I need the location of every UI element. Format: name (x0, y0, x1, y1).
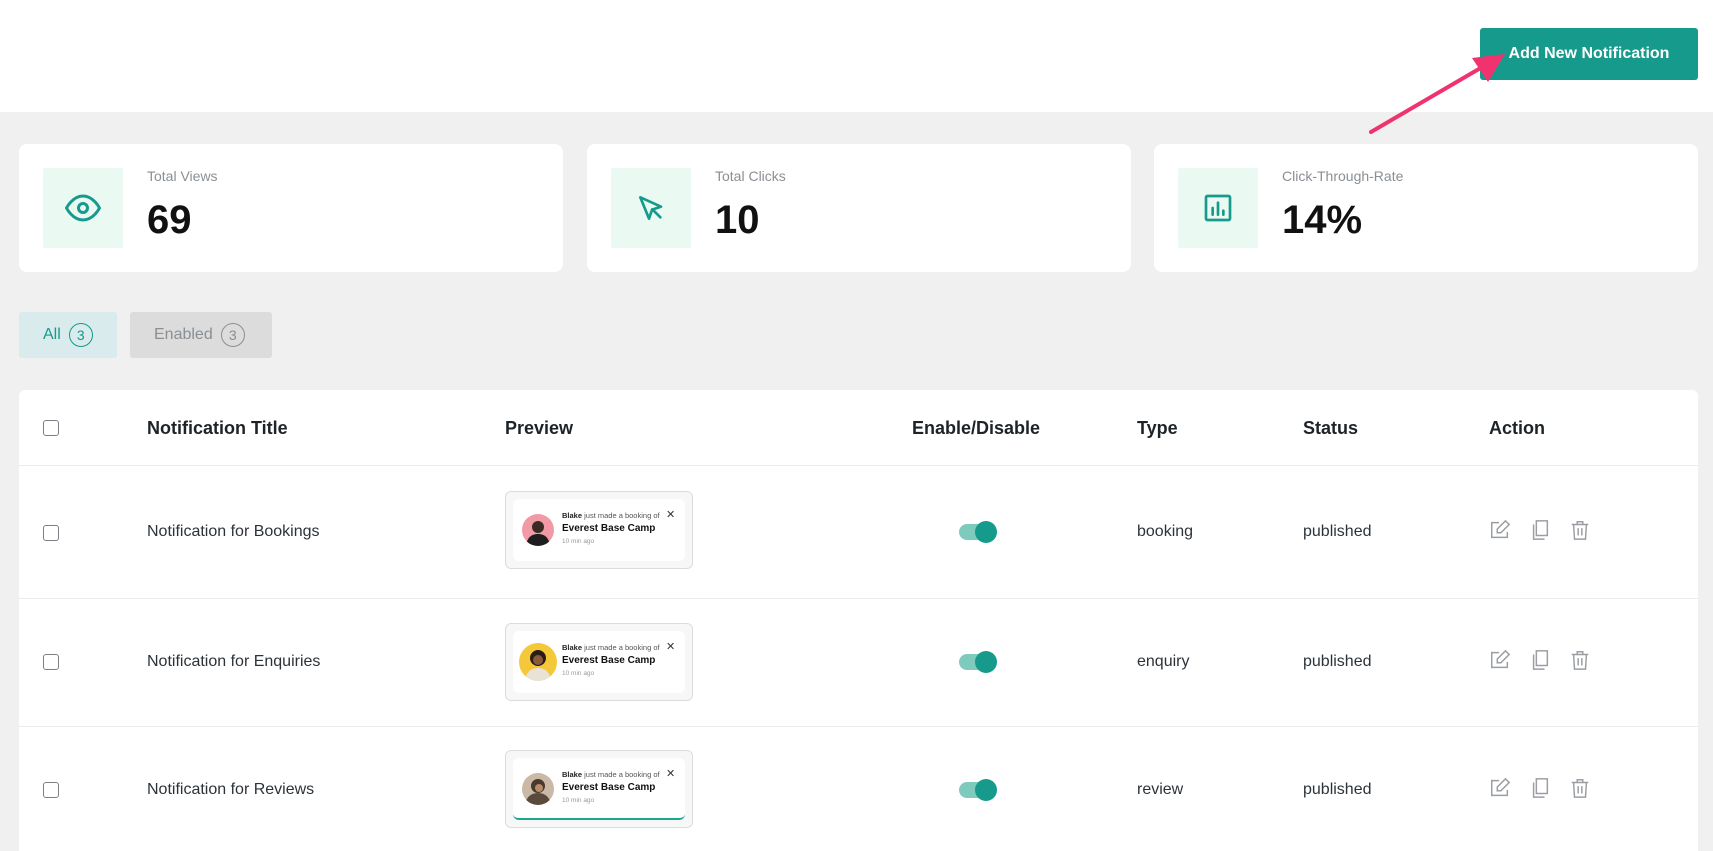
notification-type: review (1137, 781, 1184, 798)
edit-icon[interactable] (1489, 649, 1511, 673)
eye-icon (43, 168, 123, 248)
filter-count-badge: 3 (220, 323, 245, 347)
notification-preview: Blake just made a booking of Everest Bas… (505, 623, 693, 701)
row-actions (1489, 519, 1591, 543)
filter-tab-all[interactable]: All 3 (19, 312, 117, 358)
notification-status: published (1303, 653, 1372, 670)
select-all-checkbox[interactable] (43, 420, 59, 436)
enable-toggle[interactable] (959, 651, 997, 673)
stat-label: Total Views (147, 168, 218, 184)
stat-label: Click-Through-Rate (1282, 168, 1404, 184)
avatar (522, 773, 554, 805)
notification-title[interactable]: Notification for Reviews (147, 781, 314, 799)
stat-value: 69 (147, 198, 192, 242)
row-checkbox[interactable] (43, 654, 59, 670)
enable-toggle[interactable] (959, 779, 997, 801)
filter-tab-enabled[interactable]: Enabled 3 (130, 312, 272, 358)
row-checkbox[interactable] (43, 782, 59, 798)
filter-label: All (43, 326, 61, 343)
notification-preview: Blake just made a booking of Everest Bas… (505, 491, 693, 569)
table-row: Notification for Bookings Blake just mad… (19, 466, 1698, 599)
notification-status: published (1303, 781, 1372, 798)
add-new-notification-button[interactable]: Add New Notification (1480, 28, 1698, 80)
copy-icon[interactable] (1529, 519, 1551, 543)
stat-card-total-clicks: Total Clicks 10 (587, 144, 1131, 272)
notification-preview: Blake just made a booking of Everest Bas… (505, 750, 693, 828)
row-actions (1489, 649, 1591, 673)
table-row: Notification for Reviews Blake just made… (19, 727, 1698, 851)
notification-type: enquiry (1137, 653, 1190, 670)
close-icon: ✕ (666, 641, 676, 653)
copy-icon[interactable] (1529, 649, 1551, 673)
edit-icon[interactable] (1489, 777, 1511, 801)
notification-title[interactable]: Notification for Enquiries (147, 653, 320, 671)
bar-chart-icon (1178, 168, 1258, 248)
row-checkbox[interactable] (43, 525, 59, 541)
trash-icon[interactable] (1569, 777, 1591, 801)
edit-icon[interactable] (1489, 519, 1511, 543)
copy-icon[interactable] (1529, 777, 1551, 801)
close-icon: ✕ (666, 768, 676, 780)
notification-title[interactable]: Notification for Bookings (147, 523, 320, 541)
stat-value: 10 (715, 198, 760, 242)
column-header: Enable/Disable (912, 418, 1041, 438)
filter-label: Enabled (154, 326, 213, 343)
column-header: Notification Title (147, 418, 288, 438)
column-header: Action (1489, 418, 1545, 438)
stat-card-total-views: Total Views 69 (19, 144, 563, 272)
table-header: Notification Title Preview Enable/Disabl… (19, 390, 1698, 466)
table-row: Notification for Enquiries Blake just ma… (19, 599, 1698, 727)
top-bar: Add New Notification (0, 0, 1713, 112)
stat-card-click-through-rate: Click-Through-Rate 14% (1154, 144, 1698, 272)
stat-value: 14% (1282, 198, 1363, 242)
stat-label: Total Clicks (715, 168, 786, 184)
notifications-table: Notification Title Preview Enable/Disabl… (19, 390, 1698, 851)
row-actions (1489, 777, 1591, 801)
avatar (519, 643, 557, 681)
trash-icon[interactable] (1569, 519, 1591, 543)
avatar (522, 514, 554, 546)
notification-type: booking (1137, 523, 1194, 540)
column-header: Type (1137, 418, 1178, 438)
column-header: Status (1303, 418, 1359, 438)
cursor-icon (611, 168, 691, 248)
filter-count-badge: 3 (68, 323, 93, 347)
enable-toggle[interactable] (959, 521, 997, 543)
notification-status: published (1303, 523, 1372, 540)
trash-icon[interactable] (1569, 649, 1591, 673)
close-icon: ✕ (666, 509, 676, 521)
column-header: Preview (505, 418, 574, 438)
